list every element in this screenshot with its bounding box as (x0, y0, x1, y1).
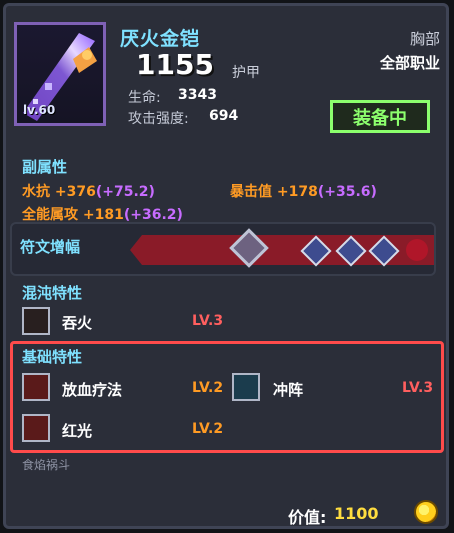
red-light-icon (22, 414, 50, 442)
sub-attributes-title: 副属性 (22, 158, 68, 176)
stat-label-attack: 攻击强度: (128, 111, 189, 127)
basic-trait-level: LV.2 (192, 421, 224, 437)
sub-attribute-water-resist: 水抗 +376(+75.2) (22, 181, 155, 201)
basic-trait-level: LV.3 (402, 380, 434, 396)
item-title: 厌火金铠 (120, 28, 201, 50)
equipped-button[interactable]: 装备中 (330, 100, 430, 133)
basic-trait-name: 冲阵 (273, 381, 304, 399)
rune-label: 符文增幅 (20, 238, 81, 256)
value-number: 1100 (334, 504, 379, 523)
basic-trait-level: LV.2 (192, 380, 224, 396)
stat-value-attack: 694 (209, 108, 239, 124)
wind-icon (232, 373, 260, 401)
sub-attribute-all-element-attack: 全能属攻 +181(+36.2) (22, 204, 183, 224)
sub-attribute-extra: (+75.2) (95, 184, 155, 200)
chaos-traits-title: 混沌特性 (22, 284, 83, 302)
basic-trait-name: 放血疗法 (62, 381, 123, 399)
sub-attribute-text: 全能属攻 +181 (22, 207, 124, 223)
sub-attribute-extra: (+35.6) (317, 184, 377, 200)
coin-icon (414, 500, 438, 524)
stat-value-hp: 3343 (178, 87, 217, 103)
basic-trait-name: 红光 (62, 422, 93, 440)
blood-icon (22, 373, 50, 401)
armor-value: 1155 (136, 48, 214, 81)
sub-attribute-crit: 暴击值 +178(+35.6) (230, 181, 377, 201)
chaos-trait-level: LV.3 (192, 313, 224, 329)
job-restriction: 全部职业 (379, 54, 440, 72)
sub-attribute-text: 水抗 +376 (22, 184, 96, 200)
basic-traits-title: 基础特性 (22, 348, 83, 366)
set-name: 食焰祸斗 (22, 458, 71, 472)
rune-bar-end-icon (406, 239, 428, 261)
sub-attribute-text: 暴击值 +178 (230, 184, 318, 200)
equipped-button-label: 装备中 (353, 107, 407, 129)
value-label: 价值: (288, 508, 327, 527)
item-frame: lv.60 (14, 22, 106, 126)
chaos-trait-name: 吞火 (62, 314, 93, 332)
flame-face-icon (22, 307, 50, 335)
stat-label-hp: 生命: (128, 90, 161, 106)
item-level: lv.60 (23, 103, 56, 117)
armor-label: 护甲 (232, 65, 260, 81)
sub-attribute-extra: (+36.2) (123, 207, 183, 223)
equipment-slot: 胸部 (409, 30, 440, 48)
